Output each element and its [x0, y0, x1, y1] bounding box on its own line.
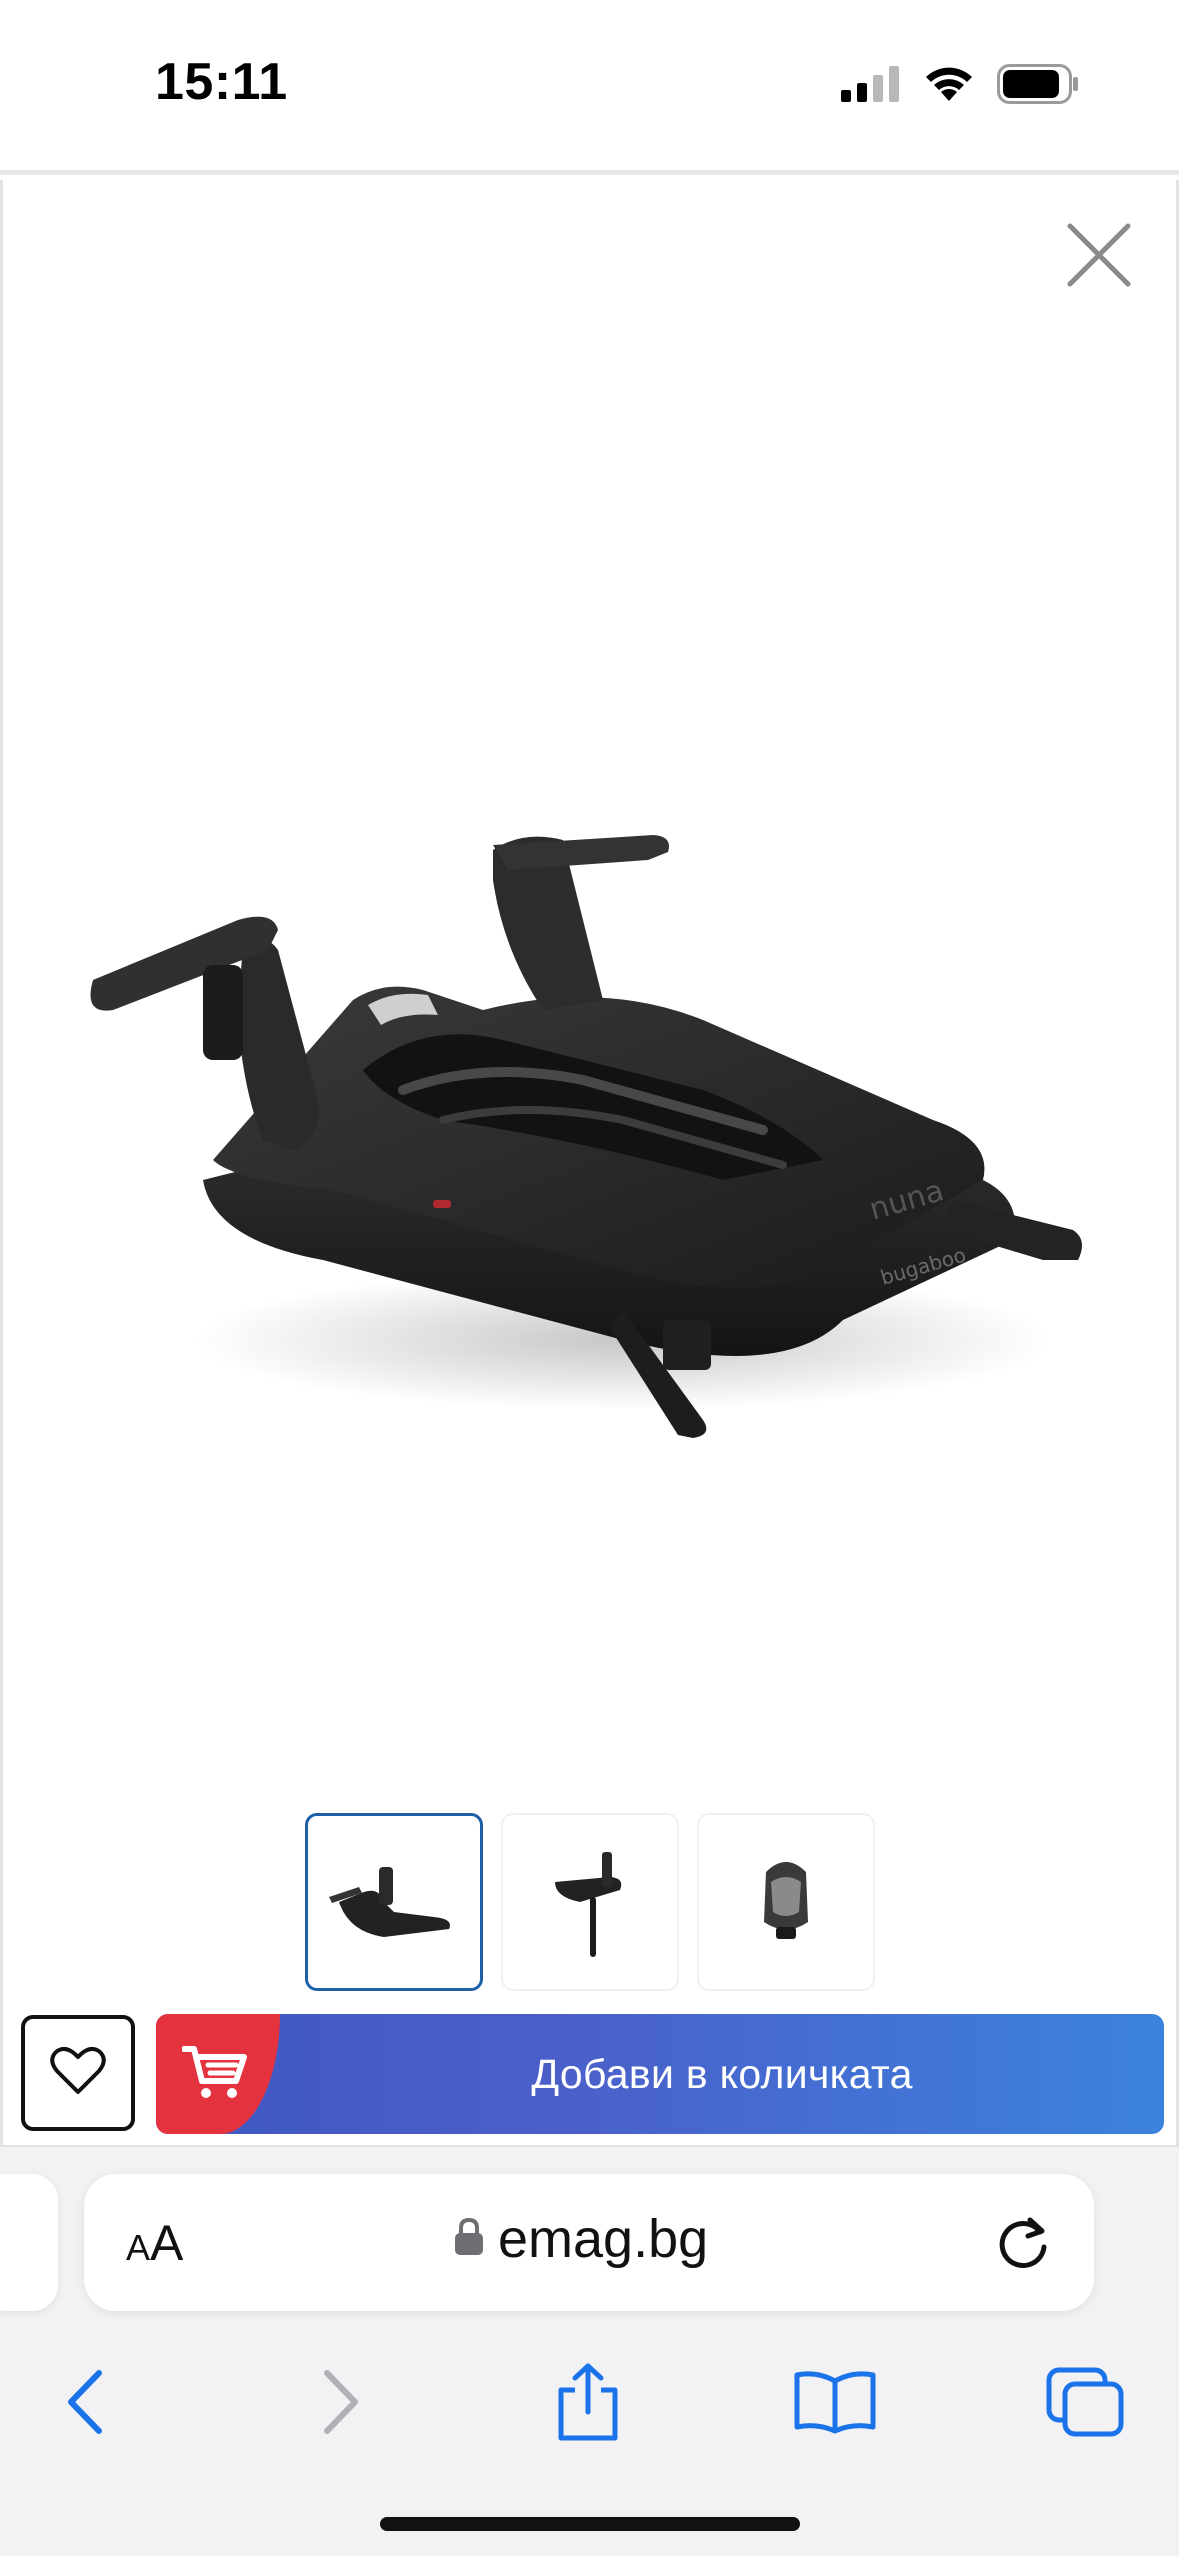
lock-icon	[454, 2217, 484, 2261]
reader-settings-button[interactable]: AA	[126, 2214, 183, 2272]
product-image-car-seat-base: nuna bugaboo	[63, 620, 1103, 1540]
back-chevron-icon[interactable]	[40, 2357, 130, 2447]
add-to-cart-label: Добави в количката	[531, 2050, 913, 2097]
heart-icon	[50, 2046, 106, 2101]
bookmarks-icon[interactable]	[790, 2357, 880, 2447]
url-text: emag.bg	[498, 2209, 709, 2269]
tabs-icon[interactable]	[1040, 2357, 1130, 2447]
share-icon[interactable]	[543, 2357, 633, 2447]
reload-icon[interactable]	[994, 2214, 1052, 2272]
thumbnail-1[interactable]	[305, 1813, 483, 1991]
home-indicator	[380, 2517, 800, 2531]
browser-toolbar	[0, 2347, 1179, 2467]
browser-chrome: AA emag.bg	[0, 2145, 1179, 2556]
close-icon[interactable]	[1064, 220, 1134, 290]
page: 15:11 nuna bugaboo Добави в количката AA…	[0, 0, 1179, 2556]
address-bar[interactable]: AA emag.bg	[84, 2174, 1094, 2311]
aa-small-label: A	[126, 2227, 151, 2268]
thumbnail-3[interactable]	[697, 1813, 875, 1991]
status-time: 15:11	[155, 53, 288, 111]
cart-icon	[181, 2043, 248, 2106]
thumbnail-2[interactable]	[501, 1813, 679, 1991]
add-to-favorites-button[interactable]	[21, 2015, 135, 2131]
url-display: emag.bg	[454, 2208, 708, 2270]
aa-large-label: A	[150, 2215, 184, 2271]
cart-icon-area	[156, 2014, 280, 2134]
status-icons	[841, 64, 1079, 109]
thumbnail-strip	[305, 1813, 875, 1991]
battery-icon	[997, 64, 1079, 109]
cellular-signal-icon	[841, 66, 901, 107]
forward-chevron-icon[interactable]	[296, 2357, 386, 2447]
add-to-cart-button[interactable]: Добави в количката	[156, 2014, 1164, 2134]
wifi-icon	[923, 65, 975, 108]
previous-tab-stub[interactable]	[0, 2174, 58, 2311]
status-bar: 15:11	[0, 0, 1179, 175]
product-gallery: nuna bugaboo Добави в количката	[0, 180, 1179, 2145]
